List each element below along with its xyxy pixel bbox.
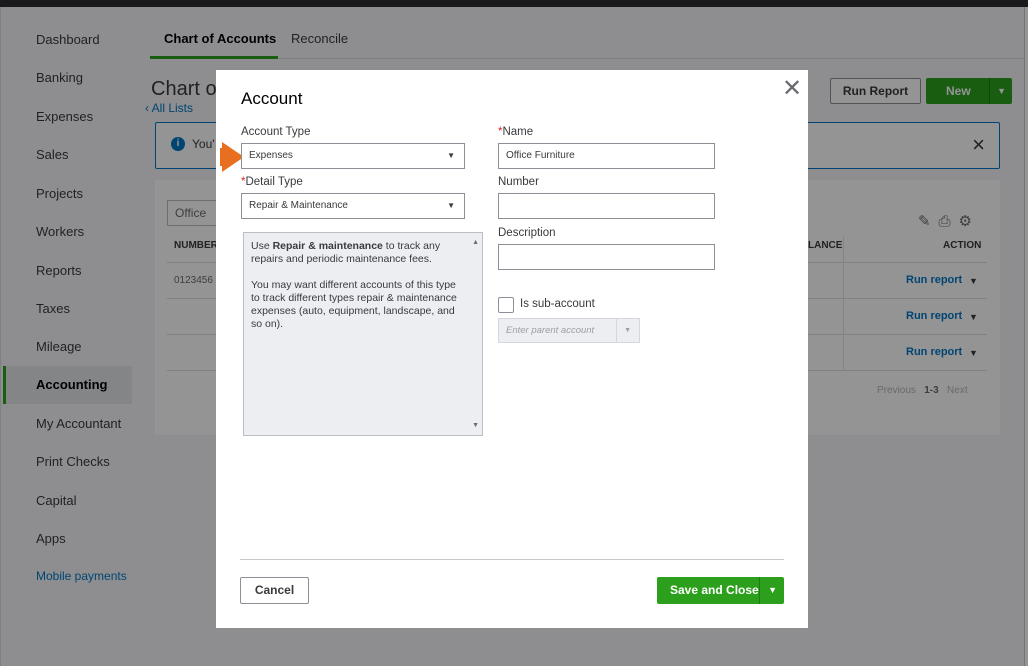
scroll-up-icon[interactable]: ▲ xyxy=(472,236,479,249)
caret-down-icon: ▼ xyxy=(447,201,455,210)
save-and-close-label: Save and Close xyxy=(670,583,759,597)
sub-account-checkbox[interactable] xyxy=(498,297,514,313)
sub-account-label: Is sub-account xyxy=(520,298,595,310)
description-paragraph: You may want different accounts of this … xyxy=(251,279,457,330)
name-input[interactable]: Office Furniture xyxy=(498,143,715,169)
detail-type-description: Use Repair & maintenance to track any re… xyxy=(243,232,483,436)
detail-type-select[interactable]: Repair & Maintenance ▼ xyxy=(241,193,465,219)
parent-account-select[interactable]: Enter parent account ▼ xyxy=(498,318,640,343)
chevron-down-icon[interactable]: ▼ xyxy=(768,577,777,604)
account-modal: Account ✕ Account Type Expenses ▼ *Detai… xyxy=(216,70,808,628)
modal-title: Account xyxy=(241,89,303,108)
desc-text-bold: Repair & maintenance xyxy=(272,240,383,252)
account-type-label: Account Type xyxy=(241,126,311,138)
detail-type-label: *Detail Type xyxy=(241,176,303,188)
desc-text-pre: Use xyxy=(251,240,273,252)
number-input[interactable] xyxy=(498,193,715,219)
close-icon[interactable]: ✕ xyxy=(782,74,802,103)
description-input[interactable] xyxy=(498,244,715,270)
account-type-select[interactable]: Expenses ▼ xyxy=(241,143,465,169)
save-and-close-button[interactable]: Save and Close ▼ xyxy=(657,577,784,604)
scroll-down-icon[interactable]: ▼ xyxy=(472,419,479,432)
description-label: Description xyxy=(498,227,556,239)
number-label: Number xyxy=(498,176,539,188)
name-label-text: Name xyxy=(502,126,534,138)
save-button-divider xyxy=(759,577,760,604)
caret-down-icon: ▼ xyxy=(624,327,631,334)
description-paragraph: Use Repair & maintenance to track any re… xyxy=(251,240,464,266)
caret-down-icon: ▼ xyxy=(447,151,455,160)
footer-divider xyxy=(240,559,784,560)
parent-account-placeholder: Enter parent account xyxy=(506,325,595,336)
detail-type-label-text: Detail Type xyxy=(245,176,303,188)
account-type-value: Expenses xyxy=(249,150,293,161)
select-divider xyxy=(616,319,617,342)
name-label: *Name xyxy=(498,126,533,138)
cancel-button[interactable]: Cancel xyxy=(240,577,309,604)
detail-type-value: Repair & Maintenance xyxy=(249,200,348,211)
